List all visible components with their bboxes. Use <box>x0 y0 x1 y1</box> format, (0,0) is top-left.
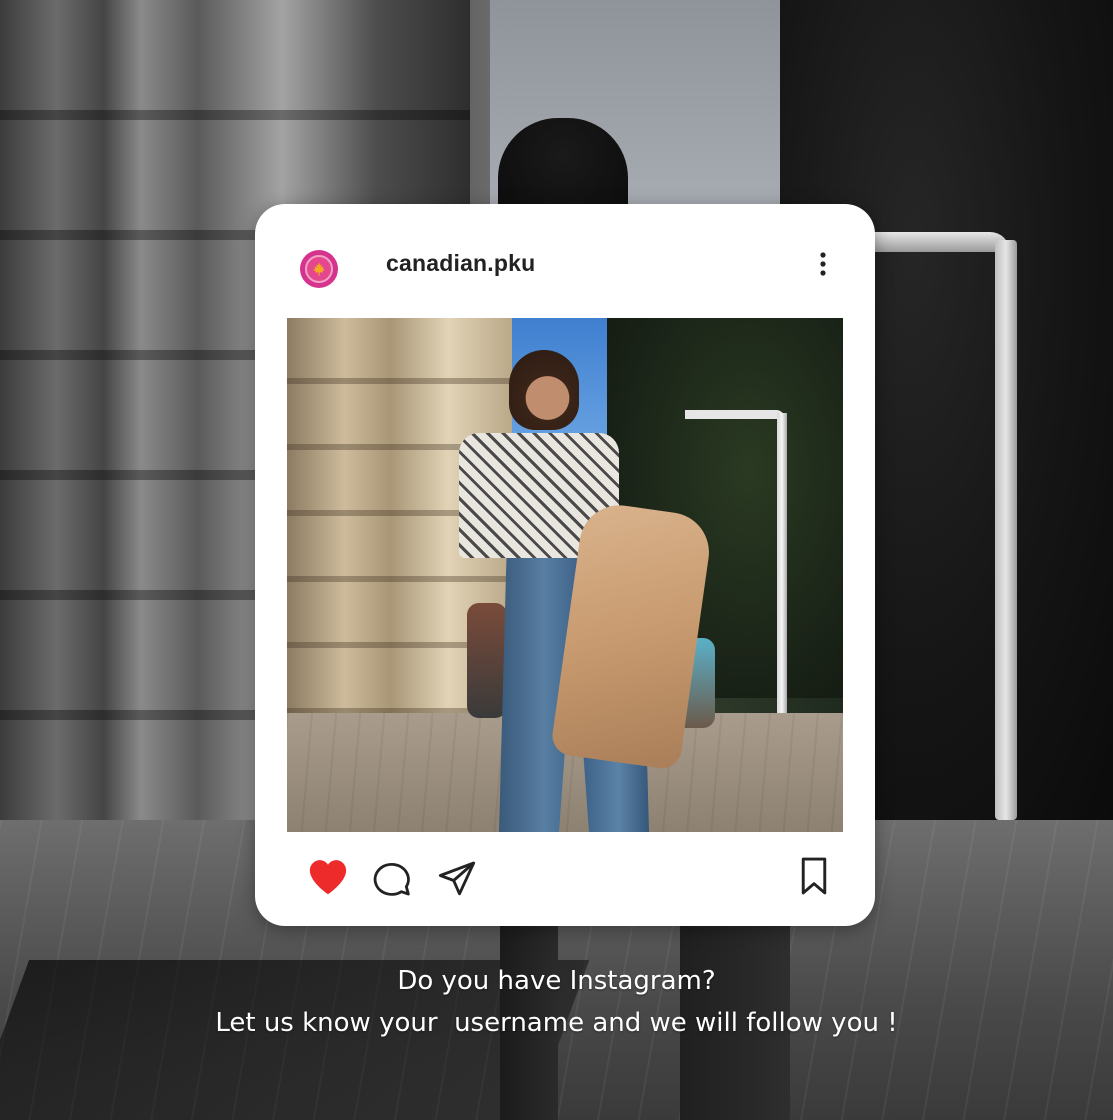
background-lamp-arm <box>870 232 1010 252</box>
background-scene: canadian.pku Do you have Instagram? Let … <box>0 0 1113 1120</box>
caption-text: Do you have Instagram? Let us know your … <box>0 960 1113 1044</box>
photo-lamp-arm <box>685 410 785 419</box>
photo-lamp-pole <box>777 413 787 713</box>
share-icon[interactable] <box>435 858 479 903</box>
caption-line-2: Let us know your username and we will fo… <box>215 1008 898 1038</box>
post-photo[interactable] <box>287 318 843 832</box>
maple-leaf-icon <box>305 255 333 283</box>
avatar[interactable] <box>300 250 338 288</box>
photo-pedestrian <box>467 603 507 718</box>
post-username[interactable]: canadian.pku <box>386 250 535 277</box>
heart-icon[interactable] <box>307 858 349 901</box>
background-lamp-pole <box>995 240 1017 820</box>
caption-line-1: Do you have Instagram? <box>397 966 716 996</box>
bookmark-icon[interactable] <box>798 856 830 901</box>
photo-woman-head <box>509 350 579 430</box>
comment-icon[interactable] <box>371 858 413 903</box>
more-options-icon[interactable] <box>815 248 831 282</box>
instagram-post-card: canadian.pku <box>255 204 875 926</box>
post-actions-bar <box>255 844 875 904</box>
